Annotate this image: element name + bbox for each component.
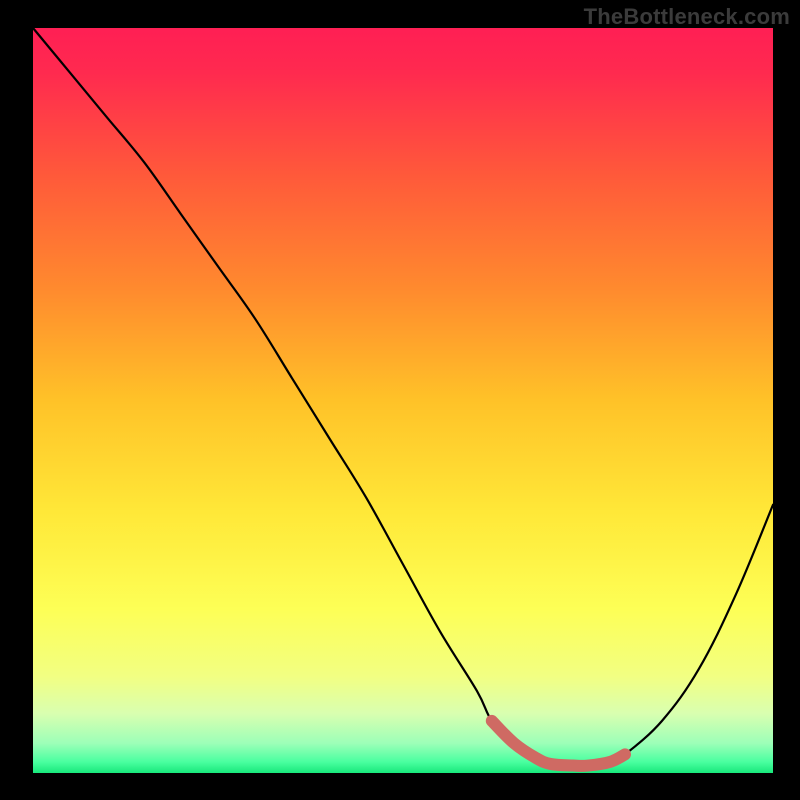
chart-stage: TheBottleneck.com: [0, 0, 800, 800]
watermark-text: TheBottleneck.com: [584, 4, 790, 30]
plot-background: [33, 28, 773, 773]
bottleneck-chart: [0, 0, 800, 800]
